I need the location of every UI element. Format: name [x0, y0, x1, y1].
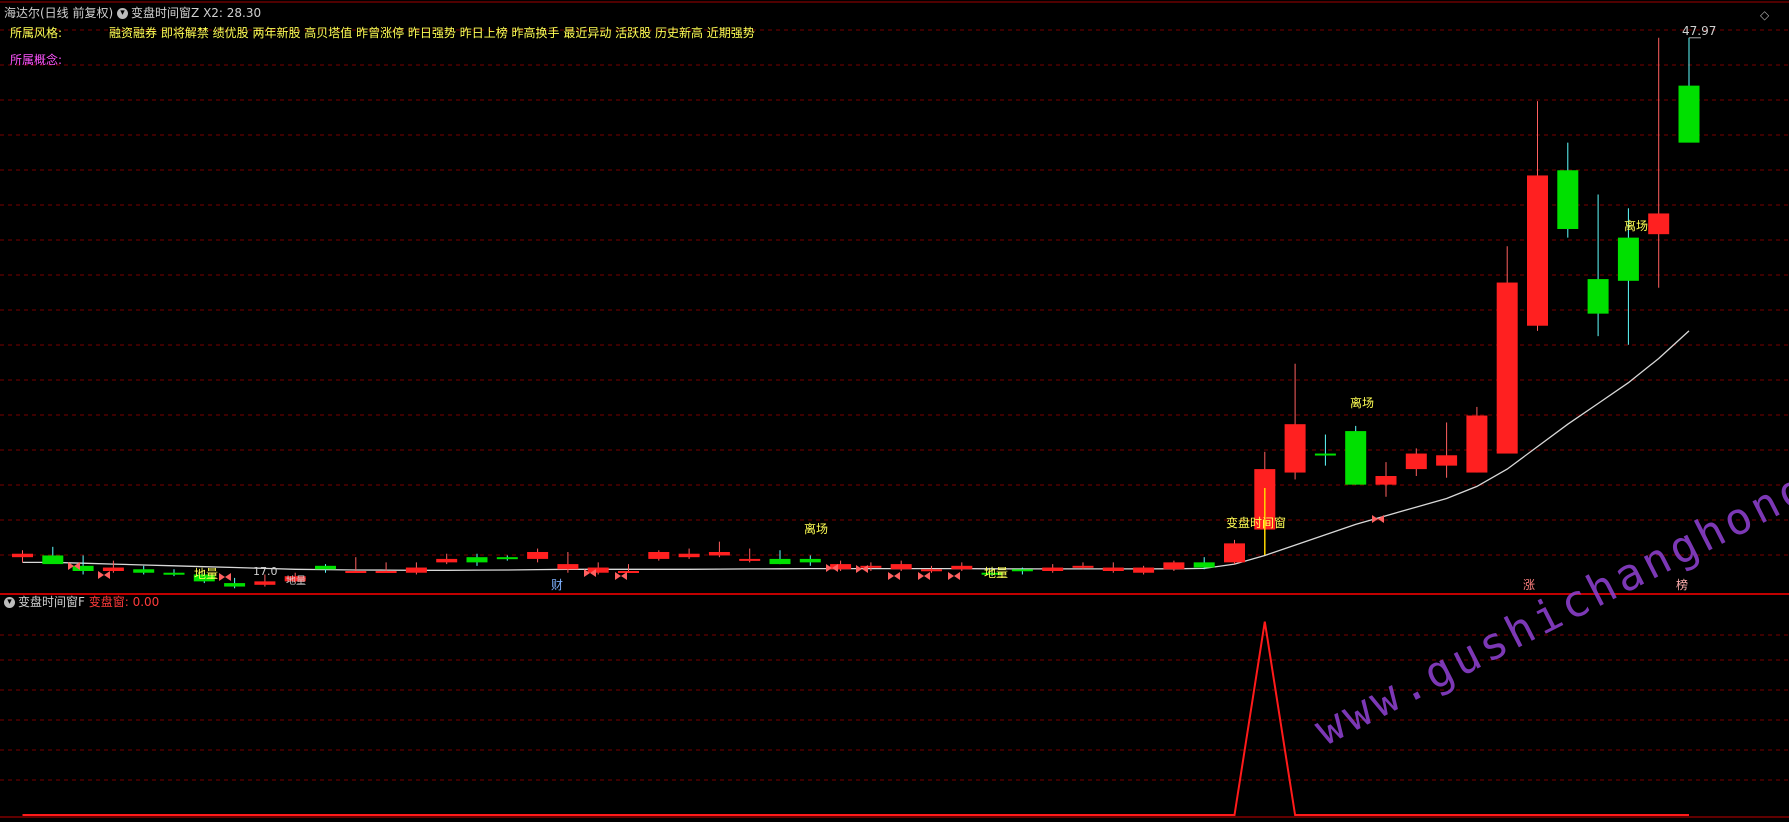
candle-body: [1466, 415, 1488, 473]
candle-body: [1617, 237, 1639, 281]
candle-body: [557, 564, 579, 570]
diamond-icon[interactable]: ◇: [1760, 8, 1769, 22]
bow-marker-icon: [888, 572, 900, 580]
candle-body: [921, 569, 942, 572]
low-price-label: 17.0: [253, 565, 278, 578]
bottom-label-1: 地量: [194, 567, 219, 581]
candle-body: [587, 567, 609, 573]
candle-body: [1436, 455, 1458, 466]
candle-body: [1375, 476, 1397, 485]
concept-label: 所属概念:: [10, 53, 63, 67]
candle-body: [12, 553, 33, 558]
indicator-value: X2: 28.30: [203, 6, 262, 20]
style-values: 融资融券 即将解禁 绩优股 两年新股 高贝塔值 昨曾涨停 昨日强势 昨日上榜 昨…: [109, 26, 755, 40]
candle-body: [466, 557, 488, 563]
zhang-label: 涨: [1523, 578, 1536, 592]
exit-label-1: 离场: [804, 522, 829, 536]
style-label: 所属风格:: [10, 26, 63, 40]
candle-body: [315, 565, 336, 570]
candle-body: [769, 558, 791, 565]
candle-body: [890, 564, 912, 570]
sub-panel-header[interactable]: ▾ 变盘时间窗F 变盘窗: 0.00: [4, 595, 159, 609]
candle-body: [1133, 567, 1155, 573]
candle-body: [1587, 279, 1609, 314]
bow-marker-icon: [615, 572, 627, 580]
candle-body: [496, 557, 518, 560]
candle-body: [1072, 565, 1094, 568]
candle-body: [1224, 543, 1245, 563]
candle-body: [1496, 282, 1518, 454]
sub-panel-title: 变盘时间窗F: [18, 595, 85, 609]
candle-body: [799, 558, 821, 563]
candle-body: [345, 571, 367, 573]
candle-body: [1345, 431, 1367, 485]
bow-marker-icon: [948, 572, 960, 580]
indicator-header[interactable]: ▾ 变盘时间窗Z X2: 28.30: [117, 6, 261, 20]
bang-label: 榜: [1676, 578, 1689, 592]
candle-body: [42, 555, 64, 565]
candle-body: [1648, 213, 1670, 235]
candle-body: [1193, 562, 1215, 568]
candle-body: [1102, 567, 1124, 571]
chevron-down-icon[interactable]: ▾: [4, 597, 15, 608]
bottom-label-2: 地量: [984, 566, 1009, 580]
candle-body: [133, 569, 155, 573]
bow-marker-icon: [219, 573, 231, 581]
candle-body: [436, 558, 458, 563]
candle-body: [1042, 567, 1064, 571]
candle-body: [1011, 569, 1033, 572]
max-price-label: 47.97: [1682, 24, 1717, 38]
ma-line-layer: [22, 330, 1690, 571]
candle-body: [708, 552, 730, 556]
candle-body: [618, 571, 639, 573]
candle-body: [860, 565, 882, 568]
sub-panel-value: 变盘窗: 0.00: [88, 595, 160, 609]
candle-body: [951, 565, 973, 570]
candlestick-series: [12, 37, 1701, 589]
main-grid: [0, 29, 1789, 556]
candle-body: [1527, 175, 1548, 326]
candle-body: [1314, 453, 1336, 456]
candle-body: [1557, 170, 1579, 229]
stock-title: 海达尔(日线 前复权): [4, 6, 114, 20]
low-volume-label: 地量: [286, 576, 306, 587]
indicator-name: 变盘时间窗Z: [131, 6, 200, 20]
candle-body: [254, 581, 276, 585]
candle-body: [1284, 424, 1306, 473]
chevron-down-icon[interactable]: ▾: [117, 8, 128, 19]
candle-body: [163, 572, 185, 575]
ma-line: [22, 330, 1690, 571]
window-label: 变盘时间窗: [1226, 516, 1287, 530]
candle-body: [527, 552, 549, 559]
candle-body: [739, 558, 761, 561]
candle-body: [405, 567, 427, 573]
bow-marker-icon: [98, 571, 110, 579]
candle-body: [648, 552, 670, 559]
candle-body: [375, 571, 397, 573]
exit-label-3: 离场: [1624, 219, 1649, 233]
exit-label-2: 离场: [1350, 396, 1375, 410]
candle-body: [1678, 85, 1700, 143]
candle-body: [102, 567, 124, 571]
candle-body: [678, 553, 700, 558]
candle-body: [1405, 453, 1427, 470]
bow-marker-icon: [918, 572, 930, 580]
cai-label: 财: [551, 578, 564, 592]
chart-canvas[interactable]: [0, 0, 1789, 822]
candle-body: [1163, 562, 1185, 570]
candle-body: [224, 583, 246, 587]
